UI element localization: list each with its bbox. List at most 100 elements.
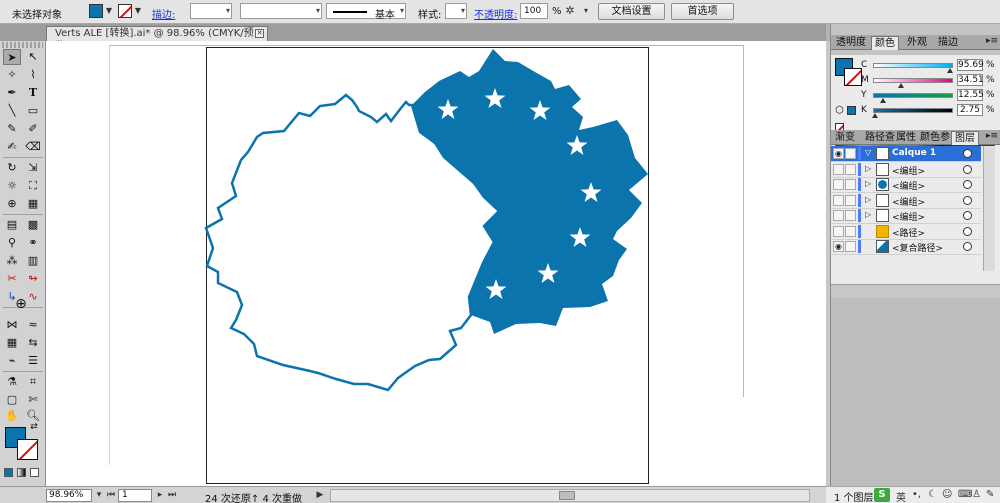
web-color-swatch[interactable] [847,106,856,115]
tab-attributes[interactable]: 属性 [893,131,919,145]
layer-row[interactable]: ▷ <编组> [831,177,981,193]
horizontal-scroll-thumb[interactable] [559,491,575,500]
recolor-dropdown-arrow[interactable]: ▾ [581,3,591,19]
gradient-tool-icon[interactable]: ▩ [24,217,42,233]
opacity-input[interactable]: 100 [520,3,548,19]
rectangle-tool-icon[interactable]: ▭ [24,103,42,119]
lock-toggle[interactable] [845,194,856,206]
selection-tool-icon[interactable]: ➤ [3,49,21,65]
tab-color[interactable]: 颜色 [871,36,899,50]
pencil-tool-icon[interactable]: ✐ [24,121,42,137]
perspective-grid-tool-icon[interactable]: ▤ [3,217,21,233]
visibility-toggle[interactable] [833,210,844,221]
target-circle-icon[interactable] [963,242,972,251]
panel-menu-icon[interactable]: ▸≡ [986,36,998,46]
artboard-tool-icon[interactable]: ▢ [3,392,21,408]
close-icon[interactable]: ✕ [255,29,264,38]
ime-logo-icon[interactable]: S [874,488,890,502]
color-channel-value[interactable]: 2.75 [957,104,983,116]
color-channel-value[interactable]: 34.51 [957,74,984,86]
moon-icon[interactable]: ☾ [928,489,937,500]
lock-toggle[interactable] [845,148,856,159]
out-of-gamut-cube-icon[interactable]: ⬡ [835,105,844,116]
red-curve-tool-icon[interactable]: ↬ [24,271,42,287]
expand-triangle-icon[interactable]: ▷ [865,195,871,204]
document-tab[interactable]: Verts ALE [转换].ai* @ 98.96% (CMYK/预览) ✕ [46,26,268,52]
layer-row[interactable]: ▷ <编组> [831,193,981,209]
color-panel-stroke-swatch[interactable] [844,68,862,86]
eyedropper-tool-icon[interactable]: ⚲ [3,235,21,251]
ime-language-label[interactable]: 英 [896,489,906,503]
canvas-area[interactable] [46,41,826,486]
pen-tool-icon[interactable]: ✒ [3,85,21,101]
wave-tool-icon[interactable]: ≈ [24,317,42,333]
blend-tool-icon[interactable]: ⚭ [24,235,42,251]
warp-tool-icon[interactable]: ☼ [3,178,21,194]
tab-transparency[interactable]: 透明度 [833,36,869,50]
target-circle-icon[interactable] [963,149,972,158]
mesh-tool-icon[interactable]: ▦ [3,335,21,351]
shape-builder-tool-icon[interactable]: ⊕ [3,196,21,212]
layer-row[interactable]: <路径> [831,224,981,240]
expand-triangle-icon[interactable]: ▷ [865,164,871,173]
slider-thumb-icon[interactable] [897,83,904,88]
keyboard-icon[interactable]: ⌨ [958,489,972,500]
first-artboard-icon[interactable]: ⏮ [105,489,117,502]
layer-row[interactable]: ▷ <编组> [831,208,981,224]
target-circle-icon[interactable] [963,164,972,174]
style-swatch-field[interactable]: ▾ [445,3,467,19]
variable-width-field[interactable]: ▾ [240,3,322,19]
visibility-eye-icon[interactable]: ◉ [833,148,844,159]
next-artboard-icon[interactable]: ▸ [154,489,166,502]
lock-toggle[interactable] [845,225,856,237]
eyedropper-alt-tool-icon[interactable]: ⚗ [3,374,21,390]
lock-toggle[interactable] [845,241,856,252]
fill-color-swatch[interactable] [89,4,103,18]
symbol-sprayer-tool-icon[interactable]: ⁂ [3,253,21,269]
emoji-icon[interactable]: ☺ [942,489,952,500]
tab-layers[interactable]: 图层 [951,131,979,145]
document-setup-button[interactable]: 文档设置 [598,3,665,20]
none-mode-icon[interactable] [30,468,39,477]
direct-selection-tool-icon[interactable]: ↖ [24,49,42,65]
expand-triangle-icon[interactable]: ▷ [865,179,871,188]
color-channel-slider[interactable] [873,63,953,68]
stroke-link[interactable]: 描边: [152,6,175,21]
brush-definition-field[interactable]: 基本 ▾ [326,3,406,21]
measure-tool-icon[interactable]: ⌗ [24,374,42,390]
color-channel-slider[interactable] [873,78,953,83]
tab-gradient[interactable]: 渐变 [832,131,858,145]
layer-row-selected[interactable]: ◉ ▽ Calque 1 [831,146,981,162]
panel-menu-icon[interactable]: ▸≡ [986,131,998,141]
stroke-weight-field[interactable]: ▾ [190,3,232,19]
visibility-toggle[interactable] [833,163,844,175]
wrench-icon[interactable]: ✎ [986,489,994,500]
magic-wand-tool-icon[interactable]: ✧ [3,67,21,83]
artboard-number-field[interactable]: 1 [118,489,152,502]
target-circle-icon[interactable] [963,180,972,189]
stroke-color-swatch[interactable] [118,4,132,18]
layers-scrollbar[interactable] [983,146,995,271]
color-channel-value[interactable]: 12.55 [957,89,984,101]
color-mode-icon[interactable] [4,468,13,477]
last-artboard-icon[interactable]: ⏭ [166,489,178,502]
status-menu-arrow[interactable]: ▶ [314,489,326,502]
tab-stroke[interactable]: 描边 [935,36,961,50]
stroke-color-box[interactable] [17,439,38,460]
red-scissors-tool-icon[interactable]: ✂ [3,271,21,287]
target-circle-icon[interactable] [963,211,972,220]
slider-thumb-icon[interactable] [872,113,879,118]
live-paint-tool-icon[interactable]: ▦ [24,196,42,212]
envelope-tool-icon[interactable]: ⋈ [3,317,21,333]
visibility-toggle[interactable] [833,194,844,206]
slider-thumb-icon[interactable] [946,68,953,73]
visibility-toggle[interactable] [833,225,844,237]
eraser-tool-icon[interactable]: ⌫ [24,139,42,155]
toolbox-grip[interactable] [2,42,43,48]
color-channel-slider[interactable] [873,108,953,113]
color-channel-value[interactable]: 95.69 [957,59,984,71]
free-transform-tool-icon[interactable]: ⛶ [24,178,42,194]
rotate-tool-icon[interactable]: ↻ [3,160,21,176]
swap-fill-stroke-icon[interactable]: ⇄ [27,422,41,432]
preferences-button[interactable]: 首选项 [671,3,734,20]
